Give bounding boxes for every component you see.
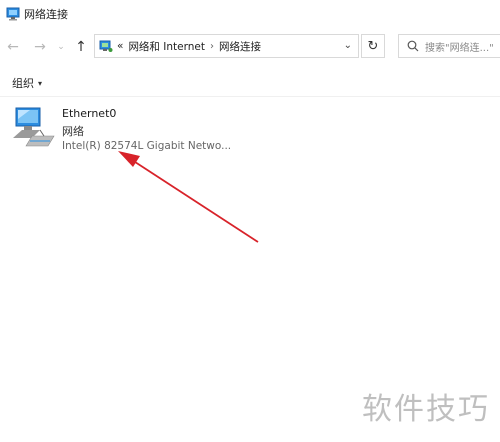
watermark-text: 软件技巧 xyxy=(362,392,490,427)
control-panel-icon xyxy=(99,40,113,52)
back-button[interactable]: ← xyxy=(4,33,22,61)
address-dropdown-icon[interactable]: ⌄ xyxy=(344,40,352,51)
connection-device: Intel(R) 82574L Gigabit Netwo... xyxy=(62,140,232,152)
command-toolbar: 组织 ▾ xyxy=(0,70,500,97)
connection-type: 网络 xyxy=(62,125,84,138)
search-box[interactable]: 搜索"网络连..." xyxy=(398,34,500,58)
breadcrumb-separator[interactable]: › xyxy=(210,41,214,52)
organize-menu-button[interactable]: 组织 ▾ xyxy=(12,75,42,91)
navigation-bar: ← → ⌄ ↑ « 网络和 Internet › 网络连接 ⌄ ↻ 搜索"网络连… xyxy=(0,33,500,61)
breadcrumb-network-internet[interactable]: 网络和 Internet xyxy=(128,39,205,54)
recent-locations-icon[interactable]: ⌄ xyxy=(52,33,70,61)
search-icon xyxy=(407,40,419,52)
organize-label: 组织 xyxy=(12,77,34,90)
chevron-down-icon: ▾ xyxy=(38,78,43,88)
ethernet-adapter-icon xyxy=(13,107,55,147)
annotation-arrow xyxy=(118,151,259,243)
window-title: 网络连接 xyxy=(24,8,68,21)
connection-item-ethernet0[interactable]: Ethernet0 网络 Intel(R) 82574L Gigabit Net… xyxy=(10,104,250,158)
breadcrumb-network-connections[interactable]: 网络连接 xyxy=(219,39,261,54)
refresh-button[interactable]: ↻ xyxy=(361,34,385,58)
address-bar[interactable]: « 网络和 Internet › 网络连接 ⌄ xyxy=(94,34,359,58)
forward-button[interactable]: → xyxy=(31,33,49,61)
address-chevrons[interactable]: « xyxy=(117,40,123,52)
connection-name: Ethernet0 xyxy=(62,107,117,120)
network-connections-icon xyxy=(6,7,20,21)
search-placeholder[interactable]: 搜索"网络连..." xyxy=(425,39,494,54)
title-bar: 网络连接 xyxy=(0,0,500,28)
up-button[interactable]: ↑ xyxy=(72,33,90,61)
